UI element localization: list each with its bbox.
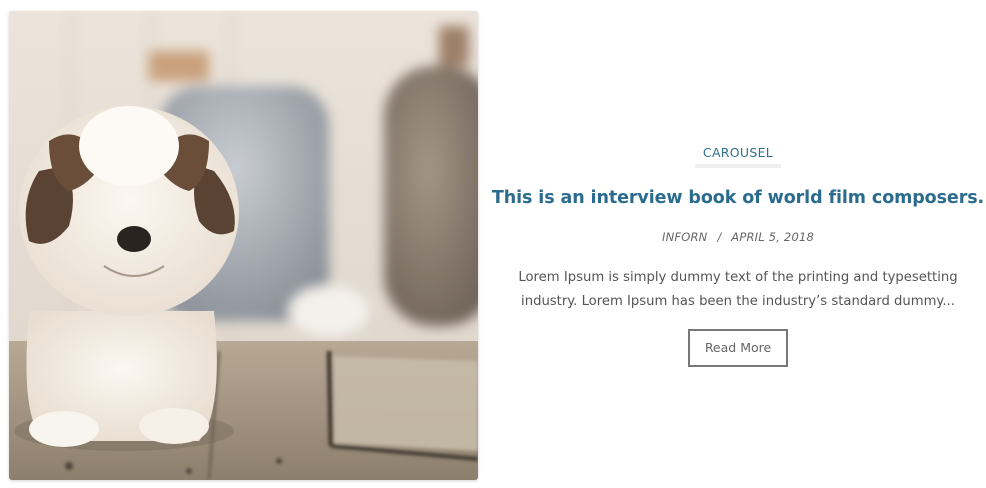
- post-author[interactable]: INFORN: [662, 230, 707, 244]
- meta-separator: /: [717, 230, 722, 244]
- post-meta: INFORN / APRIL 5, 2018: [490, 230, 986, 244]
- post-date[interactable]: APRIL 5, 2018: [731, 230, 814, 244]
- puppy-photo-icon: [9, 11, 478, 480]
- post-title[interactable]: This is an interview book of world film …: [490, 188, 986, 208]
- post-category: CAROUSEL: [490, 142, 986, 168]
- category-link[interactable]: CAROUSEL: [694, 145, 782, 168]
- post-content: CAROUSEL This is an interview book of wo…: [490, 0, 986, 488]
- post-excerpt: Lorem Ipsum is simply dummy text of the …: [514, 266, 962, 314]
- post-thumbnail-image[interactable]: [9, 11, 478, 480]
- excerpt-line: industry. Lorem Ipsum has been the indus…: [521, 294, 955, 309]
- read-more-button[interactable]: Read More: [688, 329, 788, 367]
- post-card: CAROUSEL This is an interview book of wo…: [0, 0, 986, 488]
- excerpt-line: Lorem Ipsum is simply dummy text of the …: [518, 270, 958, 285]
